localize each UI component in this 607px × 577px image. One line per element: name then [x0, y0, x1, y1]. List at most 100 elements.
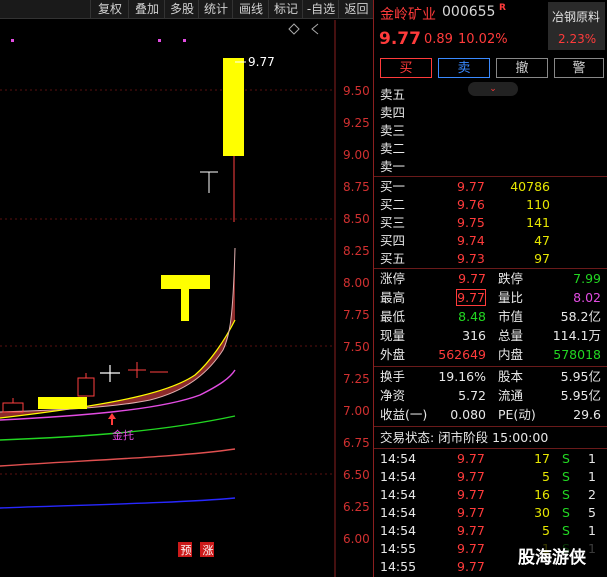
stat-label: 最低 — [380, 309, 406, 324]
y-tick: 6.75 — [343, 436, 370, 450]
annotation-label: 金托 — [112, 429, 134, 442]
buy-level-label: 买二 — [380, 197, 406, 212]
tick-time: 14:54 — [380, 487, 417, 502]
stat-label: 跌停 — [498, 271, 524, 286]
annotation-arrow-icon — [108, 413, 116, 425]
tick-volume: 16 — [534, 487, 550, 502]
y-tick: 8.50 — [343, 212, 370, 226]
yellow-candle-2-stem — [181, 289, 189, 321]
y-tick: 8.75 — [343, 180, 370, 194]
stock-name: 金岭矿业 — [380, 7, 436, 23]
buy-button[interactable]: 买 — [380, 58, 432, 78]
current-price: 9.77 — [379, 29, 421, 49]
trade-status: 交易状态: 闭市阶段 15:00:00 — [380, 430, 549, 445]
stat-label: 总量 — [498, 328, 524, 343]
toolbar-overlay-button[interactable]: 叠加 — [128, 0, 165, 18]
tick-side: S — [562, 487, 570, 502]
tick-time: 14:54 — [380, 451, 417, 466]
stat-value: 58.2亿 — [560, 309, 601, 324]
tick-price: 9.77 — [457, 487, 485, 502]
tick-price: 9.77 — [457, 505, 485, 520]
toolbar-watchlist-button[interactable]: -自选 — [302, 0, 339, 18]
stat-label: 现量 — [380, 328, 406, 343]
buy-level-price: 9.75 — [457, 215, 485, 230]
tick-time: 14:54 — [380, 523, 417, 538]
buy-level-label: 买三 — [380, 215, 406, 230]
industry-pct: 2.23% — [558, 32, 597, 46]
ma-line-red — [0, 448, 236, 467]
industry-box[interactable]: 冶钢原料 2.23% — [548, 2, 605, 50]
y-tick: 6.25 — [343, 500, 370, 514]
quote-panel: 金岭矿业 000655 R 冶钢原料 2.23% 9.77 0.89 10.02… — [374, 0, 607, 577]
stat-value: 9.77 — [456, 289, 486, 306]
buy-level-volume: 40786 — [510, 179, 550, 194]
buy-level-label: 买五 — [380, 251, 406, 266]
buy-level-volume: 141 — [526, 215, 550, 230]
tick-volume: 5 — [542, 469, 550, 484]
stat-label: 净资 — [380, 388, 406, 403]
stat-label: 收益(一) — [380, 407, 428, 422]
toolbar-stats-button[interactable]: 统计 — [198, 0, 233, 18]
tick-time: 14:54 — [380, 505, 417, 520]
tick-price: 9.77 — [457, 523, 485, 538]
y-tick: 6.50 — [343, 468, 370, 482]
sell-level-label: 卖二 — [380, 141, 406, 156]
stat-value: 8.48 — [458, 309, 486, 324]
price-band — [0, 248, 235, 418]
toolbar-mark-button[interactable]: 标记 — [268, 0, 303, 18]
badge-pre: 预 — [180, 544, 192, 557]
buy-level-label: 买四 — [380, 233, 406, 248]
stat-label: 最高 — [380, 290, 406, 305]
kline-chart[interactable] — [0, 18, 373, 577]
tick-price: 9.77 — [457, 469, 485, 484]
buy-level-volume: 110 — [526, 197, 550, 212]
cancel-order-button[interactable]: 撤 — [496, 58, 548, 78]
y-tick: 7.50 — [343, 340, 370, 354]
yellow-candle-1 — [38, 397, 87, 409]
buy-level-price: 9.74 — [457, 233, 485, 248]
stat-value: 0.080 — [450, 407, 486, 422]
y-tick: 7.25 — [343, 372, 370, 386]
tick-side: S — [562, 451, 570, 466]
tick-time: 14:55 — [380, 541, 417, 556]
band-upper-edge — [0, 247, 236, 413]
sell-button[interactable]: 卖 — [438, 58, 490, 78]
stat-value: 114.1万 — [552, 328, 601, 343]
tick-price: 9.77 — [457, 559, 485, 574]
stat-label: 股本 — [498, 369, 524, 384]
tick-count: 1 — [588, 451, 596, 466]
toolbar-multistock-button[interactable]: 多股 — [164, 0, 199, 18]
yellow-candle-2 — [161, 275, 210, 289]
r-flag: R — [499, 3, 506, 13]
badge-up: 涨 — [202, 544, 214, 557]
stat-label: 内盘 — [498, 347, 524, 362]
price-change-pct: 10.02% — [458, 32, 508, 47]
alert-button[interactable]: 警 — [554, 58, 604, 78]
stat-value: 8.02 — [573, 290, 601, 305]
stat-value: 578018 — [553, 347, 601, 362]
price-change: 0.89 — [424, 32, 453, 47]
y-tick: 8.25 — [343, 244, 370, 258]
y-tick: 9.50 — [343, 84, 370, 98]
stat-value: 316 — [462, 328, 486, 343]
toolbar-draw-button[interactable]: 画线 — [232, 0, 269, 18]
stat-label: 外盘 — [380, 347, 406, 362]
buy-level-price: 9.76 — [457, 197, 485, 212]
chart-toolbar: 复权 叠加 多股 统计 画线 标记 -自选 返回 — [0, 0, 373, 19]
diamond-icon — [288, 23, 300, 35]
watermark: 股海游侠 — [518, 548, 586, 568]
sell-level-label: 卖四 — [380, 105, 406, 120]
tick-price: 9.77 — [457, 451, 485, 466]
y-tick: 7.75 — [343, 308, 370, 322]
tick-time: 14:55 — [380, 559, 417, 574]
stat-label: 市值 — [498, 309, 524, 324]
sell-level-label: 卖五 — [380, 87, 406, 102]
tick-side: S — [562, 505, 570, 520]
tick-count: 1 — [588, 469, 596, 484]
tick-price: 9.77 — [457, 541, 485, 556]
tick-volume: 30 — [534, 505, 550, 520]
collapse-toggle-icon[interactable]: ⌄ — [468, 82, 518, 96]
stat-value: 5.72 — [458, 388, 486, 403]
toolbar-fuquan-button[interactable]: 复权 — [90, 0, 129, 18]
stat-value: 5.95亿 — [560, 388, 601, 403]
